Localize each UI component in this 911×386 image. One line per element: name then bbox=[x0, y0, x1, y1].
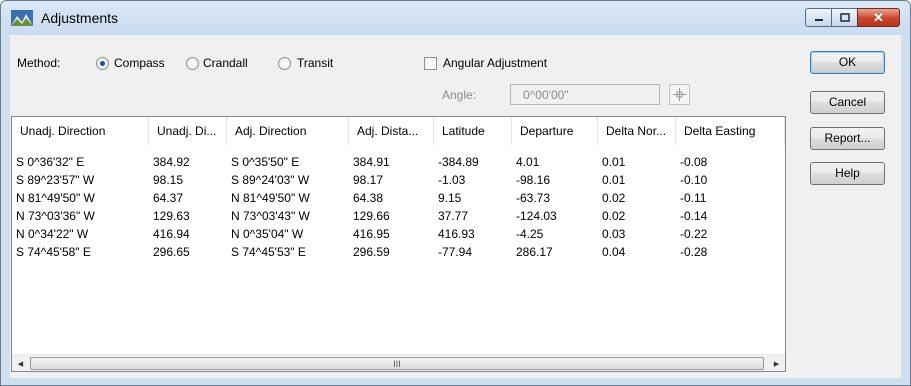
table-row[interactable]: S 89^23'57" W 98.15 S 89^24'03" W 98.17 … bbox=[12, 171, 785, 189]
table-cell: S 89^24'03" W bbox=[231, 173, 310, 187]
table-cell: -0.14 bbox=[680, 209, 708, 223]
table-cell: S 0^35'50" E bbox=[231, 155, 300, 169]
table-cell: 416.93 bbox=[438, 227, 475, 241]
table-cell: 0.04 bbox=[602, 245, 626, 259]
horizontal-scrollbar[interactable]: ◀ III ▶ bbox=[12, 354, 785, 371]
table-cell: 0.01 bbox=[602, 155, 626, 169]
compass-radio[interactable] bbox=[96, 57, 109, 70]
title-bar[interactable]: Adjustments ✕ bbox=[1, 1, 910, 35]
table-cell: -0.11 bbox=[680, 191, 707, 205]
maximize-button[interactable] bbox=[831, 8, 857, 27]
maximize-icon bbox=[839, 13, 850, 22]
caption-buttons: ✕ bbox=[805, 8, 900, 27]
table-cell: 384.92 bbox=[153, 155, 190, 169]
table-cell: N 73^03'36" W bbox=[16, 209, 95, 223]
table-cell: N 81^49'50" W bbox=[16, 191, 95, 205]
table-cell: -384.89 bbox=[438, 155, 479, 169]
table-row[interactable]: N 0^34'22" W 416.94 N 0^35'04" W 416.95 … bbox=[12, 225, 785, 243]
grip-icon: III bbox=[393, 358, 401, 369]
table-cell: -0.22 bbox=[680, 227, 708, 241]
table-cell: -63.73 bbox=[516, 191, 551, 205]
angular-adjustment-checkbox[interactable] bbox=[424, 57, 437, 70]
table-cell: -1.03 bbox=[438, 173, 466, 187]
table-cell: 286.17 bbox=[516, 245, 553, 259]
angular-adjustment-label[interactable]: Angular Adjustment bbox=[443, 56, 547, 70]
table-cell: 129.63 bbox=[153, 209, 190, 223]
table-cell: -0.08 bbox=[680, 155, 708, 169]
table-cell: S 0^36'32" E bbox=[16, 155, 85, 169]
table-cell: 98.15 bbox=[153, 173, 184, 187]
minimize-icon bbox=[814, 18, 823, 21]
table-cell: 0.02 bbox=[602, 191, 626, 205]
table-cell: 0.02 bbox=[602, 209, 626, 223]
table-cell: 4.01 bbox=[516, 155, 540, 169]
angle-label: Angle: bbox=[442, 88, 477, 102]
table-cell: -124.03 bbox=[516, 209, 557, 223]
ok-button[interactable]: OK bbox=[810, 51, 885, 74]
close-button[interactable]: ✕ bbox=[857, 8, 900, 27]
table-cell: N 81^49'50" W bbox=[231, 191, 310, 205]
table-cell: N 0^35'04" W bbox=[231, 227, 304, 241]
table-row[interactable]: N 81^49'50" W 64.37 N 81^49'50" W 64.38 … bbox=[12, 189, 785, 207]
table-cell: -98.16 bbox=[516, 173, 551, 187]
column-header[interactable]: Adj. Dista... bbox=[349, 117, 434, 145]
table-cell: S 74^45'53" E bbox=[231, 245, 306, 259]
column-header[interactable]: Delta Easting bbox=[676, 117, 785, 145]
window-title: Adjustments bbox=[41, 10, 119, 26]
scroll-right-icon[interactable]: ▶ bbox=[768, 355, 785, 371]
minimize-button[interactable] bbox=[805, 8, 831, 27]
table-cell: 384.91 bbox=[353, 155, 390, 169]
table-cell: S 74^45'58" E bbox=[16, 245, 91, 259]
app-icon bbox=[11, 10, 33, 26]
table-cell: 296.65 bbox=[153, 245, 190, 259]
close-icon: ✕ bbox=[873, 9, 884, 25]
table-cell: N 0^34'22" W bbox=[16, 227, 89, 241]
report-button[interactable]: Report... bbox=[810, 127, 885, 150]
table-cell: -77.94 bbox=[438, 245, 473, 259]
scroll-thumb[interactable]: III bbox=[30, 357, 764, 370]
column-header[interactable]: Latitude bbox=[434, 117, 512, 145]
table-cell: 129.66 bbox=[353, 209, 390, 223]
table-cell: 0.03 bbox=[602, 227, 626, 241]
transit-radio[interactable] bbox=[278, 57, 291, 70]
crandall-radio[interactable] bbox=[186, 57, 199, 70]
table-cell: 0.01 bbox=[602, 173, 626, 187]
column-header[interactable]: Adj. Direction bbox=[227, 117, 349, 145]
table-cell: S 89^23'57" W bbox=[16, 173, 95, 187]
column-header[interactable]: Delta Nor... bbox=[598, 117, 676, 145]
column-header[interactable]: Unadj. Di... bbox=[149, 117, 227, 145]
table-row[interactable]: S 74^45'58" E 296.65 S 74^45'53" E 296.5… bbox=[12, 243, 785, 261]
method-label: Method: bbox=[17, 56, 61, 70]
column-header[interactable]: Unadj. Direction bbox=[12, 117, 149, 145]
table-cell: 296.59 bbox=[353, 245, 390, 259]
table-cell: 64.37 bbox=[153, 191, 184, 205]
table-cell: -4.25 bbox=[516, 227, 544, 241]
crandall-label[interactable]: Crandall bbox=[203, 56, 248, 70]
angle-input[interactable]: 0^00'00" bbox=[510, 84, 660, 105]
compass-label[interactable]: Compass bbox=[114, 56, 165, 70]
angle-pick-button[interactable] bbox=[669, 84, 690, 105]
transit-label[interactable]: Transit bbox=[297, 56, 333, 70]
table-row[interactable]: N 73^03'36" W 129.63 N 73^03'43" W 129.6… bbox=[12, 207, 785, 225]
table-row[interactable]: S 0^36'32" E 384.92 S 0^35'50" E 384.91 … bbox=[12, 153, 785, 171]
adjustments-window: Adjustments ✕ Method: Compass Crandall T… bbox=[0, 0, 911, 386]
table-header: Unadj. Direction Unadj. Di... Adj. Direc… bbox=[12, 117, 785, 145]
table-cell: 416.95 bbox=[353, 227, 390, 241]
table-cell: -0.28 bbox=[680, 245, 708, 259]
table-cell: 9.15 bbox=[438, 191, 462, 205]
table-cell: 98.17 bbox=[353, 173, 384, 187]
cancel-button[interactable]: Cancel bbox=[810, 91, 885, 114]
column-header[interactable]: Departure bbox=[512, 117, 598, 145]
dialog-body: Method: Compass Crandall Transit Angular… bbox=[10, 35, 901, 378]
table-cell: -0.10 bbox=[680, 173, 708, 187]
table-cell: N 73^03'43" W bbox=[231, 209, 310, 223]
table-cell: 64.38 bbox=[353, 191, 384, 205]
adjustments-table: Unadj. Direction Unadj. Di... Adj. Direc… bbox=[11, 116, 786, 372]
table-cell: 37.77 bbox=[438, 209, 469, 223]
scroll-left-icon[interactable]: ◀ bbox=[12, 355, 29, 371]
crosshair-icon bbox=[673, 88, 686, 101]
table-cell: 416.94 bbox=[153, 227, 190, 241]
help-button[interactable]: Help bbox=[810, 162, 885, 185]
